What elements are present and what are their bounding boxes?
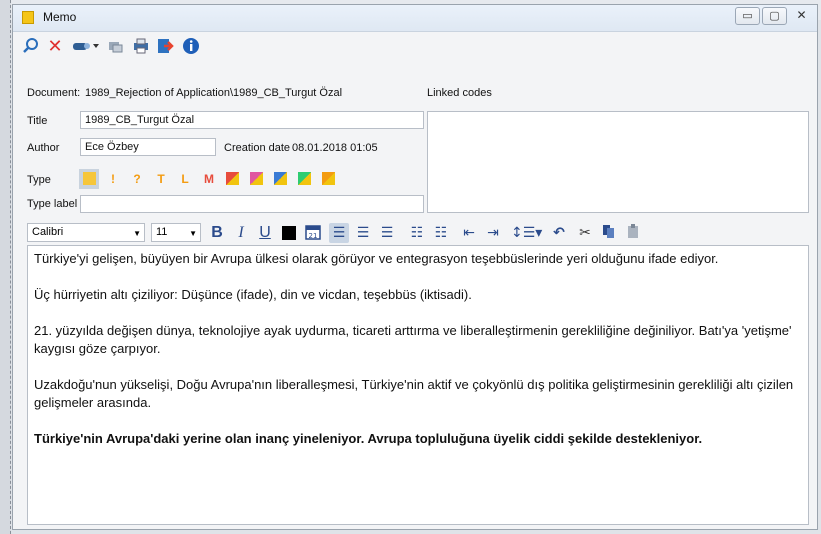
font-size-value: 11 [156,226,168,238]
link-icon[interactable] [71,37,101,57]
minimize-button[interactable]: ▭ [735,7,760,25]
title-field[interactable]: 1989_CB_Turgut Özal [80,111,424,129]
chevron-down-icon: ▼ [189,229,197,238]
memo-type-option[interactable] [298,172,311,185]
format-toolbar: Calibri ▼ 11 ▼ B I U 21 ☰ ☰ ☰ ☷ ☷ ⇤ ⇥ ↕☰▾ … [27,221,809,245]
paste-icon[interactable] [623,223,643,243]
numbered-list-icon[interactable]: ☷ [431,223,451,243]
indent-icon[interactable]: ⇥ [483,223,503,243]
memo-type-option[interactable] [250,172,263,185]
copy-icon[interactable] [599,223,619,243]
author-field[interactable]: Ece Özbey [80,138,216,156]
align-center-icon[interactable]: ☰ [353,223,373,243]
chevron-down-icon: ▼ [133,229,141,238]
align-left-icon[interactable]: ☰ [329,223,349,243]
memo-type-option[interactable]: ? [127,169,147,189]
creation-date-value: 08.01.2018 01:05 [292,142,378,154]
creation-date-label: Creation date [224,142,291,154]
memo-type-option[interactable]: M [199,169,219,189]
memo-type-option[interactable] [322,172,335,185]
font-family-select[interactable]: Calibri ▼ [27,223,145,242]
document-path: 1989_Rejection of Application\1989_CB_Tu… [85,87,343,99]
type-label: Type [27,174,51,186]
bullet-list-icon[interactable]: ☷ [407,223,427,243]
type-label-label: Type label [27,198,78,210]
memo-paragraph: 21. yüzyılda değişen dünya, teknolojiye … [34,323,792,356]
title-bar[interactable]: Memo ▭ ▢ ✕ [13,5,817,32]
info-icon[interactable] [181,37,201,57]
memo-type-option[interactable] [274,172,287,185]
cut-icon[interactable]: ✂ [575,223,595,243]
font-family-value: Calibri [32,226,64,238]
memo-paragraph: Türkiye'yi gelişen, büyüyen bir Avrupa ü… [34,251,719,266]
memo-paragraph: Üç hürriyetin altı çiziliyor: Düşünce (i… [34,287,472,302]
memo-icon [22,11,34,24]
delete-icon[interactable]: ✕ [45,37,65,57]
memo-type-option[interactable]: L [175,169,195,189]
text-color-icon[interactable] [279,223,299,243]
bold-icon[interactable]: B [207,223,227,243]
memo-type-option[interactable]: ! [103,169,123,189]
svg-text:21: 21 [309,232,318,240]
export-icon[interactable] [155,37,175,57]
linked-codes-list[interactable] [427,111,809,213]
underline-icon[interactable]: U [255,223,275,243]
memo-text-editor[interactable]: Türkiye'yi gelişen, büyüyen bir Avrupa ü… [27,245,809,525]
document-label: Document: [27,87,81,99]
memo-type-option[interactable] [226,172,239,185]
memo-window: Memo ▭ ▢ ✕ ✕ Document: 1989_Rejection of… [12,4,818,530]
linked-codes-label: Linked codes [427,87,492,99]
undo-icon[interactable]: ↶ [549,223,569,243]
close-button[interactable]: ✕ [789,7,814,25]
type-label-field[interactable] [80,195,424,213]
main-toolbar: ✕ [13,32,817,62]
title-label: Title [27,115,48,127]
insert-date-icon[interactable]: 21 [303,223,323,243]
window-title: Memo [43,10,77,24]
maximize-button[interactable]: ▢ [762,7,787,25]
print-icon[interactable] [131,37,151,57]
memo-type-option[interactable]: T [151,169,171,189]
align-right-icon[interactable]: ☰ [377,223,397,243]
memo-paragraph: Uzakdoğu'nun yükselişi, Doğu Avrupa'nın … [34,377,794,410]
line-spacing-icon[interactable]: ↕☰▾ [511,223,542,243]
background-left-edge [0,0,11,534]
memo-paragraph: Türkiye'nin Avrupa'daki yerine olan inan… [34,431,703,446]
font-size-select[interactable]: 11 ▼ [151,223,201,242]
search-icon[interactable] [21,37,41,57]
memo-type-option[interactable] [79,169,99,189]
author-label: Author [27,142,60,154]
outdent-icon[interactable]: ⇤ [459,223,479,243]
italic-icon[interactable]: I [231,223,251,243]
attachment-icon[interactable] [105,37,125,57]
